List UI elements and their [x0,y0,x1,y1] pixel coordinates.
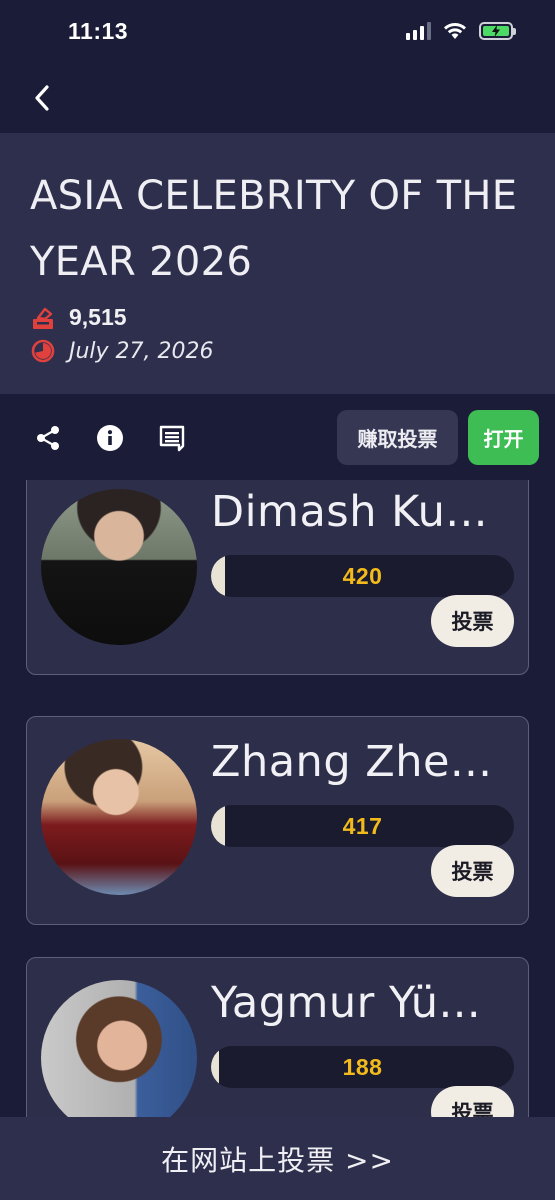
event-title: ASIA CELEBRITY OF THE YEAR 2026 [30,173,518,285]
event-date-row: July 27, 2026 [30,338,214,364]
candidate-avatar [41,739,197,895]
comments-button[interactable] [155,421,189,455]
info-icon [97,425,123,451]
share-button[interactable] [31,421,65,455]
candidate-name: Dimash Ku... [211,487,488,537]
clock-icon [31,339,55,363]
candidate-card: Yagmur Yü... 188 投票 [26,957,529,1117]
open-button[interactable]: 打开 [468,410,539,465]
chevron-left-icon [35,85,49,111]
back-button[interactable] [22,78,62,118]
candidate-list[interactable]: Dimash Ku... 420 投票 Zhang Zhe... 417 投票 … [0,480,555,1117]
comment-icon [159,425,185,452]
vote-button[interactable]: 投票 [431,845,514,897]
total-votes-row: 9,515 [30,304,127,331]
event-header: ASIA CELEBRITY OF THE YEAR 2026 9,515 Ju… [0,133,555,394]
candidate-avatar [41,980,197,1117]
candidate-card: Dimash Ku... 420 投票 [26,480,529,675]
earn-votes-button[interactable]: 赚取投票 [337,410,458,465]
vote-button[interactable]: 投票 [431,595,514,647]
ballot-box-icon [33,307,53,329]
total-votes-value: 9,515 [69,304,127,330]
cellular-signal-icon [406,22,431,40]
vote-progress-bar: 188 [211,1046,514,1088]
battery-charging-icon [479,22,516,40]
status-time: 11:13 [68,18,129,44]
vote-button[interactable]: 投票 [431,1086,514,1117]
vote-count: 188 [342,1053,383,1080]
toolbar: 赚取投票 打开 [0,405,555,471]
event-date-value: July 27, 2026 [69,338,214,364]
vote-on-website-button[interactable]: 在网站上投票 >> [0,1117,555,1200]
vote-count: 420 [342,562,383,589]
share-icon [37,426,59,450]
wifi-icon [444,23,466,39]
vote-progress-bar: 420 [211,555,514,597]
status-bar: 11:13 [0,0,555,64]
vote-count: 417 [342,812,383,839]
status-icons [406,22,516,40]
candidate-card: Zhang Zhe... 417 投票 [26,716,529,925]
info-button[interactable] [93,421,127,455]
vote-progress-bar: 417 [211,805,514,847]
candidate-name: Yagmur Yü... [211,978,482,1028]
candidate-name: Zhang Zhe... [211,737,493,787]
candidate-avatar [41,489,197,645]
